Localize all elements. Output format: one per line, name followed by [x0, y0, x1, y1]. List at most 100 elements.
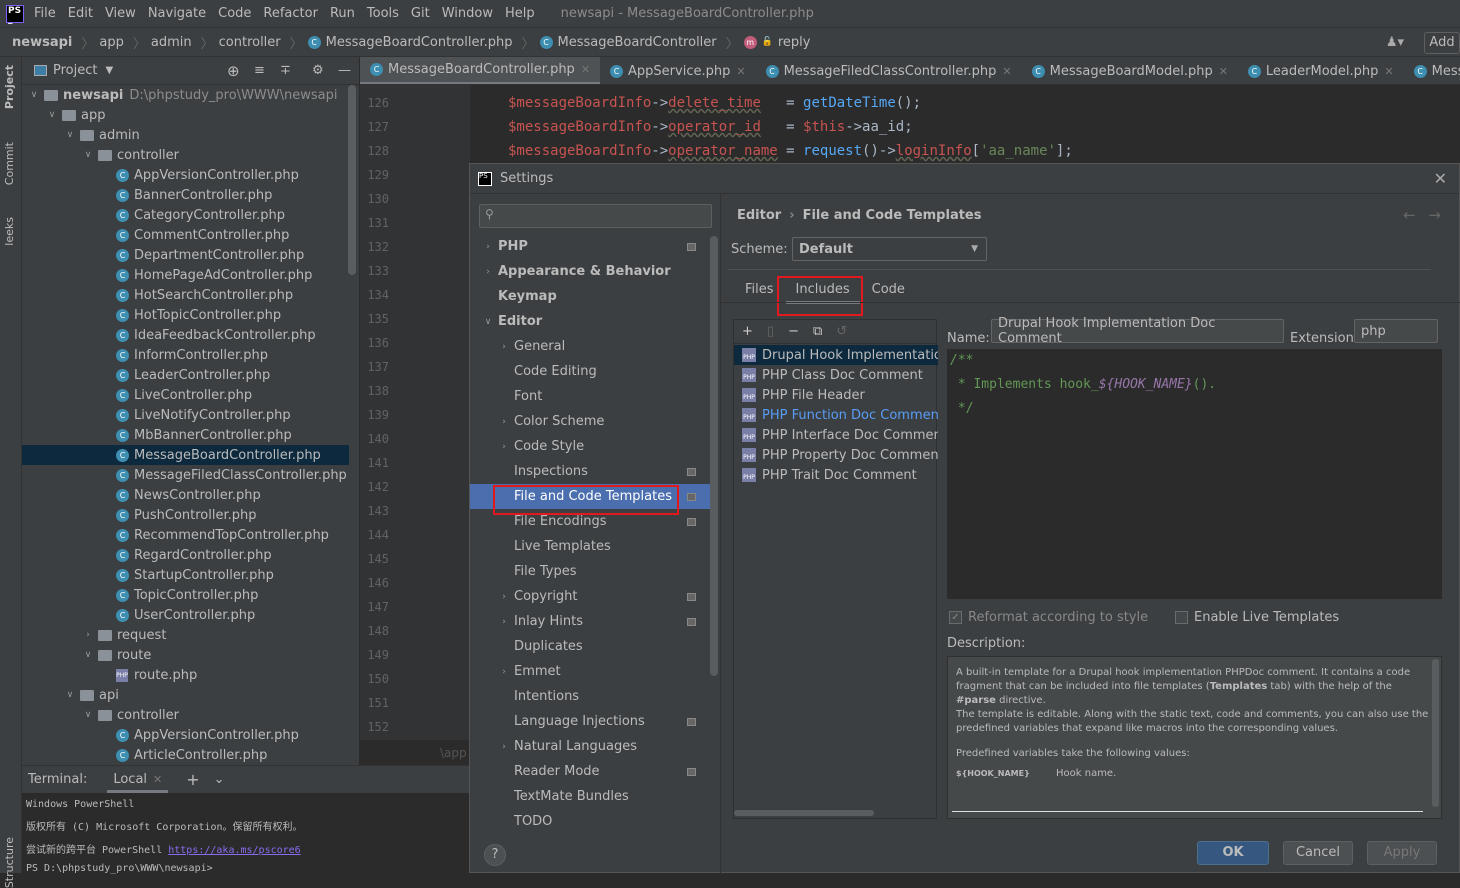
- forward-arrow-icon[interactable]: →: [1428, 206, 1441, 224]
- scheme-dropdown[interactable]: Default ▼: [792, 237, 987, 261]
- menu-git[interactable]: Git: [411, 6, 430, 21]
- settings-search-input[interactable]: ⚲: [479, 204, 712, 228]
- settings-nav-item[interactable]: ∨ Editor: [470, 309, 710, 334]
- breadcrumb-item[interactable]: app: [99, 35, 123, 50]
- ok-button[interactable]: OK: [1197, 841, 1269, 865]
- template-item[interactable]: PHP PHP Interface Doc Comment: [734, 425, 938, 445]
- settings-nav-scrollbar[interactable]: [710, 236, 718, 676]
- settings-nav-item[interactable]: › Appearance & Behavior: [470, 259, 710, 284]
- tree-item[interactable]: ∨ controller: [22, 145, 349, 165]
- reformat-checkbox[interactable]: ✓ Reformat according to style: [949, 610, 1148, 625]
- settings-nav-item[interactable]: › Natural Languages: [470, 734, 710, 759]
- template-code-editor[interactable]: /** * Implements hook_${HOOK_NAME}(). */: [947, 349, 1442, 599]
- tree-item[interactable]: ∨ api: [22, 685, 349, 705]
- breadcrumb-item[interactable]: C MessageBoardController: [539, 35, 717, 50]
- chevron-right-icon[interactable]: ›: [82, 630, 94, 640]
- menu-run[interactable]: Run: [330, 6, 355, 21]
- description-scrollbar[interactable]: [1432, 659, 1439, 807]
- expand-all-icon[interactable]: ≡: [254, 63, 265, 78]
- chevron-down-icon[interactable]: ∨: [64, 130, 76, 140]
- chevron-down-icon[interactable]: ∨: [64, 690, 76, 700]
- menu-navigate[interactable]: Navigate: [148, 6, 206, 21]
- tree-item[interactable]: C HotSearchController.php: [22, 285, 349, 305]
- apply-button[interactable]: Apply: [1367, 841, 1437, 865]
- settings-nav-item[interactable]: Reader Mode: [470, 759, 710, 784]
- tree-item[interactable]: C LeaderController.php: [22, 365, 349, 385]
- settings-nav-item[interactable]: Intentions: [470, 684, 710, 709]
- leeks-tool-button[interactable]: leeks: [3, 217, 16, 246]
- tree-item[interactable]: C MessageBoardController.php: [22, 445, 349, 465]
- tree-item[interactable]: › request: [22, 625, 349, 645]
- breadcrumb-item[interactable]: m 🔓 reply: [743, 35, 811, 50]
- settings-nav-item[interactable]: Font: [470, 384, 710, 409]
- tree-item[interactable]: C PushController.php: [22, 505, 349, 525]
- settings-nav-item[interactable]: Live Templates: [470, 534, 710, 559]
- template-tab[interactable]: Code: [862, 274, 915, 304]
- breadcrumb-item[interactable]: admin: [151, 35, 192, 50]
- settings-nav-item[interactable]: › Color Scheme: [470, 409, 710, 434]
- project-view-selector[interactable]: Project: [53, 63, 97, 78]
- close-icon[interactable]: ✕: [153, 773, 162, 786]
- breadcrumb-item[interactable]: controller: [219, 35, 281, 50]
- tree-item[interactable]: C AppVersionController.php: [22, 165, 349, 185]
- tree-item[interactable]: C RecommendTopController.php: [22, 525, 349, 545]
- close-icon[interactable]: ✕: [736, 65, 745, 78]
- menu-window[interactable]: Window: [442, 6, 493, 21]
- editor-tab[interactable]: C MessageBInfoCon: [1404, 57, 1460, 84]
- tree-item[interactable]: C LiveNotifyController.php: [22, 405, 349, 425]
- tree-item[interactable]: C AppVersionController.php: [22, 725, 349, 745]
- settings-nav-item[interactable]: › Code Style: [470, 434, 710, 459]
- structure-tool-button[interactable]: Structure: [3, 837, 16, 888]
- tree-item[interactable]: C CategoryController.php: [22, 205, 349, 225]
- close-icon[interactable]: ✕: [1219, 65, 1228, 78]
- add-configuration-button[interactable]: Add: [1424, 32, 1460, 54]
- editor-tab[interactable]: C AppService.php ✕: [600, 57, 756, 84]
- close-icon[interactable]: ✕: [1002, 65, 1011, 78]
- chevron-right-icon[interactable]: ›: [498, 417, 510, 427]
- minus-icon[interactable]: −: [788, 324, 799, 339]
- gear-icon[interactable]: ⚙: [312, 63, 324, 78]
- settings-nav-item[interactable]: Duplicates: [470, 634, 710, 659]
- menu-refactor[interactable]: Refactor: [263, 6, 318, 21]
- plus-icon[interactable]: +: [186, 770, 199, 789]
- template-item[interactable]: PHP Drupal Hook Implementation Doc Commen…: [734, 345, 938, 365]
- chevron-right-icon[interactable]: ›: [482, 242, 494, 252]
- project-tool-button[interactable]: Project: [3, 65, 16, 109]
- chevron-down-icon[interactable]: ∨: [482, 317, 494, 327]
- menu-view[interactable]: View: [105, 6, 136, 21]
- menu-tools[interactable]: Tools: [367, 6, 399, 21]
- chevron-down-icon[interactable]: ∨: [82, 710, 94, 720]
- tree-item[interactable]: C ArticleController.php: [22, 745, 349, 765]
- chevron-down-icon[interactable]: ▼: [105, 65, 113, 76]
- tree-item[interactable]: C LiveController.php: [22, 385, 349, 405]
- back-arrow-icon[interactable]: ←: [1403, 206, 1416, 224]
- cancel-button[interactable]: Cancel: [1283, 841, 1353, 865]
- chevron-down-icon[interactable]: ⌄: [214, 772, 225, 787]
- tree-item[interactable]: C RegardController.php: [22, 545, 349, 565]
- collapse-all-icon[interactable]: ∓: [280, 63, 291, 78]
- extension-input[interactable]: php: [1354, 319, 1438, 343]
- editor-tab[interactable]: C MessageBoardModel.php ✕: [1022, 57, 1238, 84]
- settings-nav-item[interactable]: Language Injections: [470, 709, 710, 734]
- settings-nav-item[interactable]: › PHP: [470, 234, 710, 259]
- editor-tab[interactable]: C LeaderModel.php ✕: [1238, 57, 1404, 84]
- settings-nav-item[interactable]: File Types: [470, 559, 710, 584]
- tree-item[interactable]: PHP route.php: [22, 665, 349, 685]
- locate-icon[interactable]: ⊕: [227, 62, 240, 80]
- name-input[interactable]: Drupal Hook Implementation Doc Comment: [991, 316, 1284, 346]
- settings-nav-item[interactable]: › General: [470, 334, 710, 359]
- template-item[interactable]: PHP PHP Class Doc Comment: [734, 365, 938, 385]
- chevron-down-icon[interactable]: ∨: [28, 90, 40, 100]
- template-list-scrollbar[interactable]: [734, 810, 874, 816]
- tree-item[interactable]: C HomePageAdController.php: [22, 265, 349, 285]
- tree-item[interactable]: C IdeaFeedbackController.php: [22, 325, 349, 345]
- close-icon[interactable]: ✕: [581, 63, 590, 76]
- tree-item[interactable]: C DepartmentController.php: [22, 245, 349, 265]
- chevron-right-icon[interactable]: ›: [482, 267, 494, 277]
- settings-nav-item[interactable]: Keymap: [470, 284, 710, 309]
- menu-edit[interactable]: Edit: [68, 6, 93, 21]
- tree-item[interactable]: C HotTopicController.php: [22, 305, 349, 325]
- tree-item[interactable]: C BannerController.php: [22, 185, 349, 205]
- tree-item[interactable]: ∨ controller: [22, 705, 349, 725]
- chevron-down-icon[interactable]: ∨: [82, 650, 94, 660]
